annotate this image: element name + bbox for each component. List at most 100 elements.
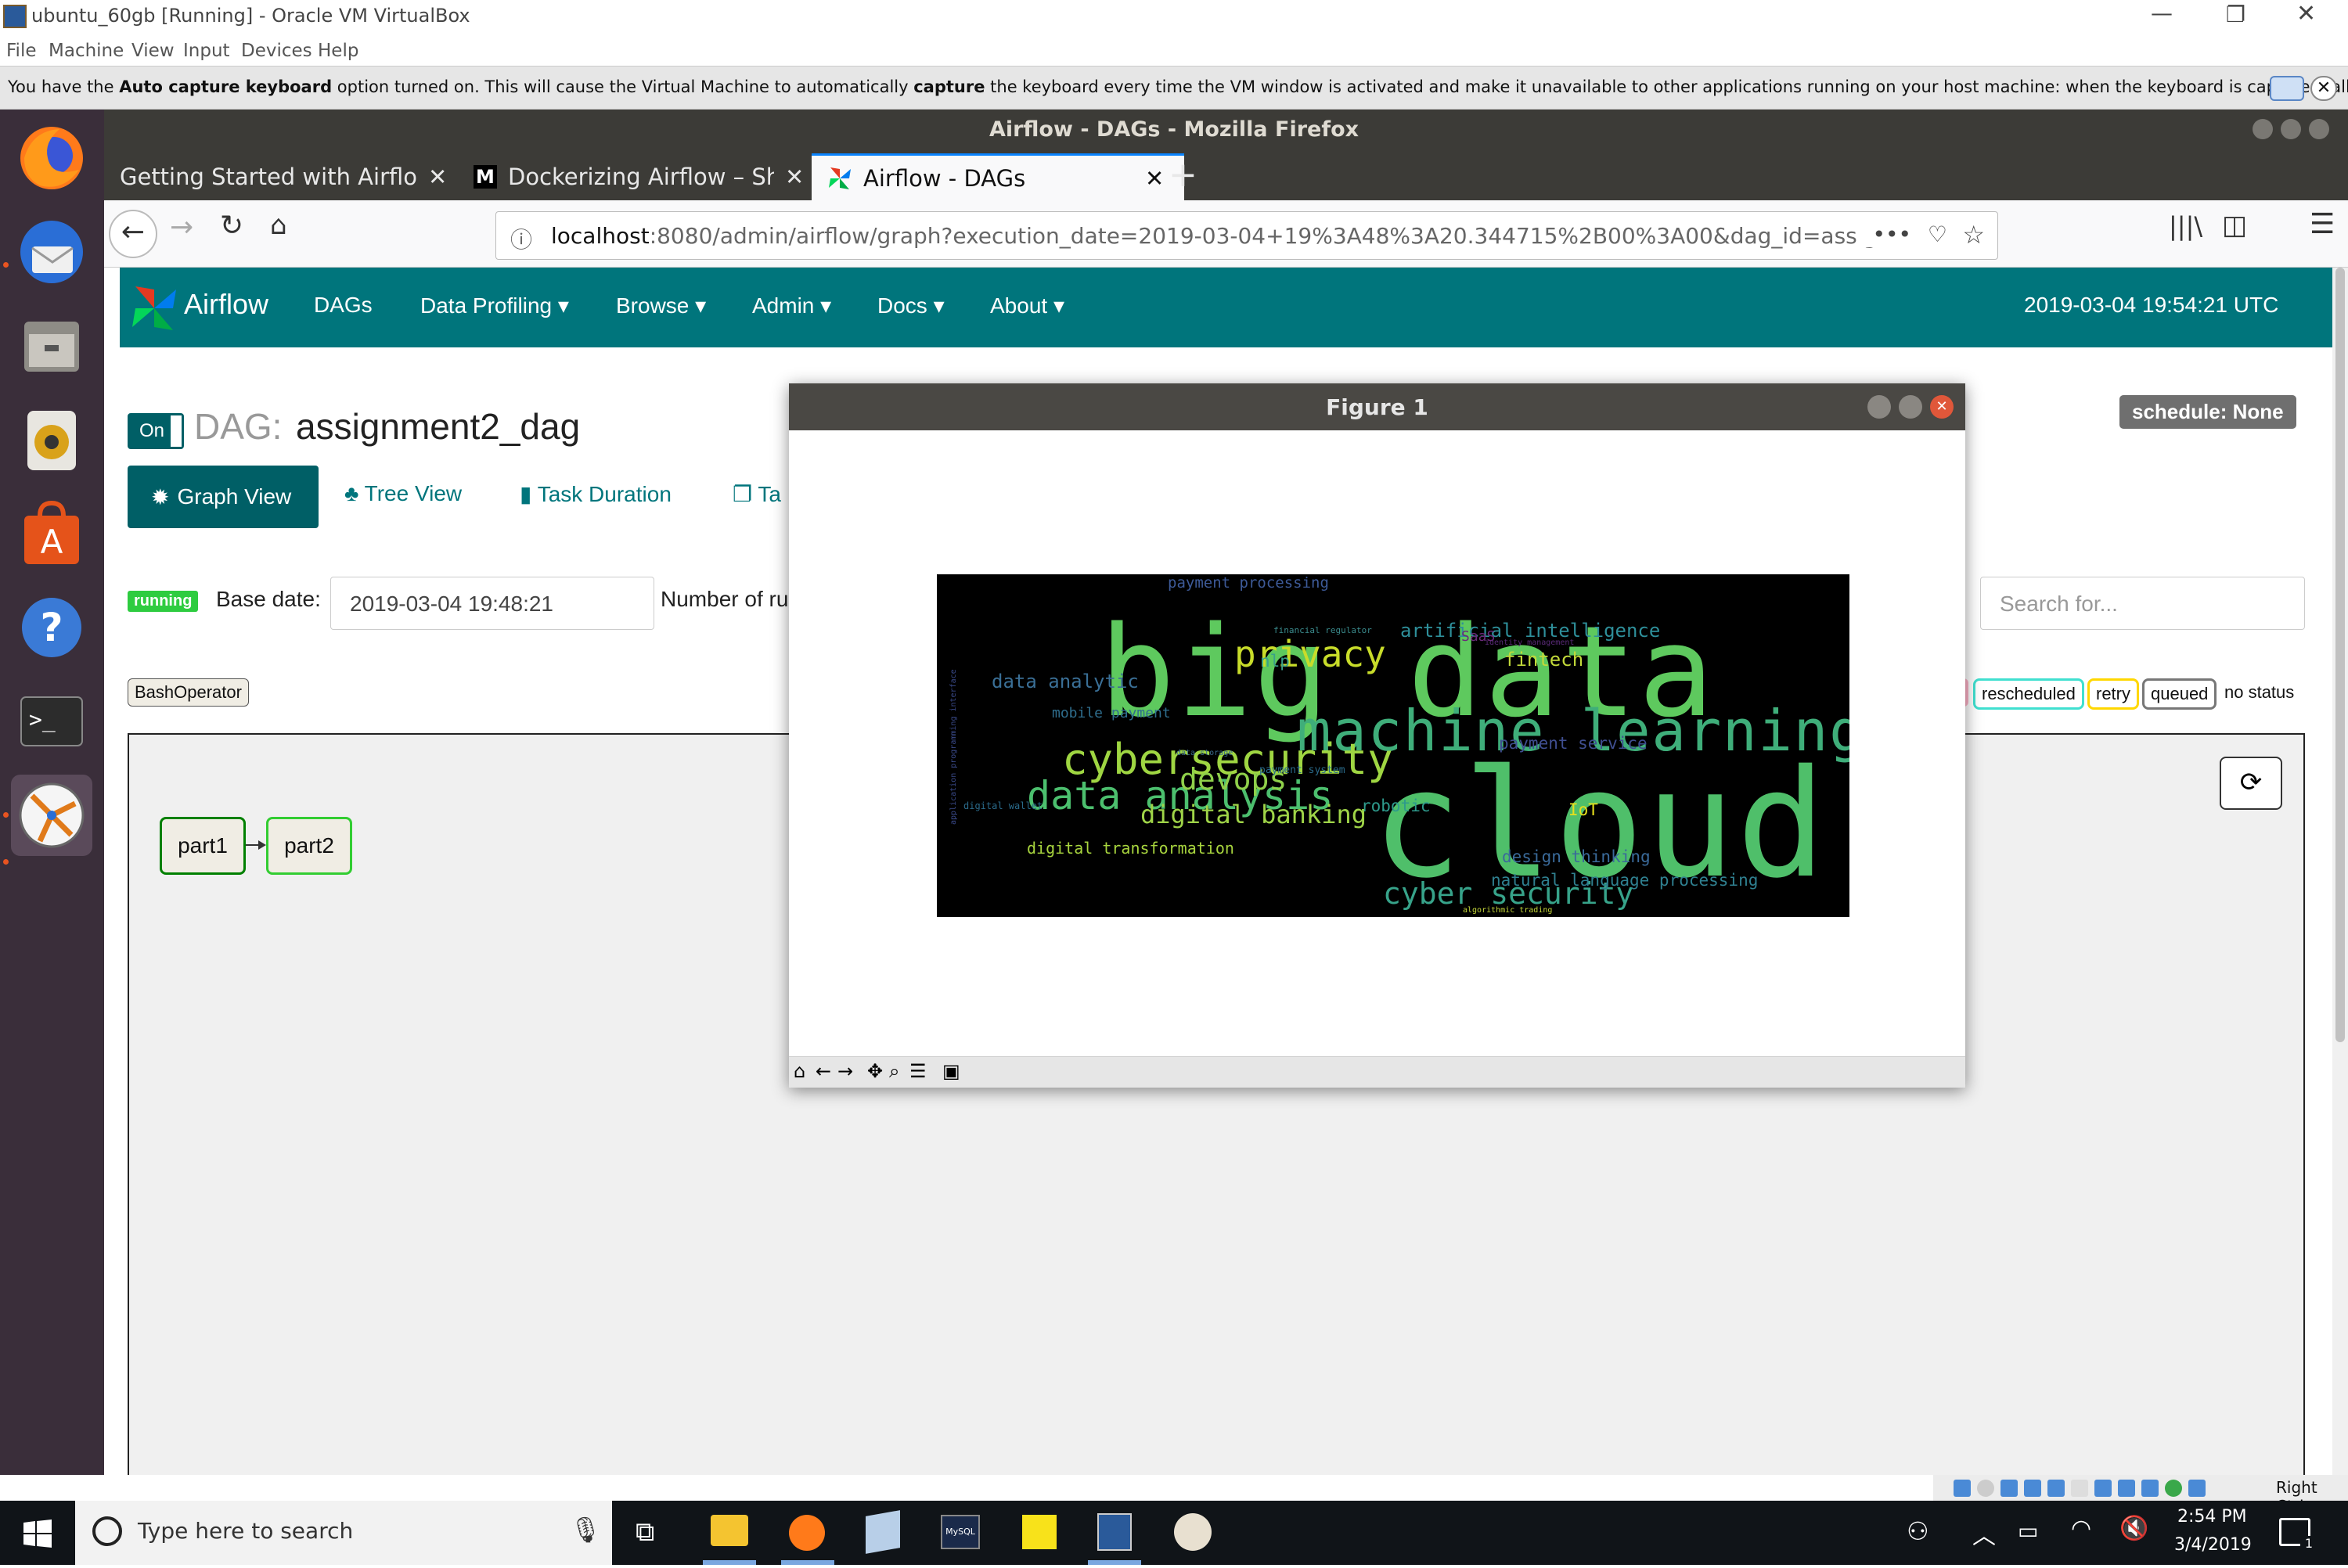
reload-icon[interactable]: ↻	[220, 210, 243, 242]
storage-icon[interactable]	[1954, 1480, 1971, 1497]
task-node-part2[interactable]: part2	[266, 817, 352, 875]
task-view-icon[interactable]: ⧉	[636, 1516, 654, 1548]
pan-icon[interactable]: ✥	[867, 1060, 883, 1082]
tab-close-icon[interactable]: ✕	[428, 164, 447, 190]
firefox-icon[interactable]	[11, 117, 92, 199]
tab-airflow-dags[interactable]: Airflow - DAGs ✕	[812, 153, 1184, 200]
mouse-integration-icon[interactable]	[2165, 1480, 2182, 1497]
dismiss-icon[interactable]: ✕	[2310, 76, 2337, 101]
home-view-icon[interactable]: ⌂	[794, 1060, 805, 1082]
figure-maximize-icon[interactable]	[1899, 395, 1922, 419]
optical-icon[interactable]	[1977, 1480, 1994, 1497]
site-info-icon[interactable]: ⓘ	[510, 223, 532, 254]
url-bar[interactable]: ⓘ localhost:8080/admin/airflow/graph?exe…	[495, 211, 1998, 260]
airflow-logo-icon[interactable]	[129, 283, 179, 333]
taskbar-time[interactable]: 2:54 PM	[2177, 1507, 2247, 1527]
terminal-icon[interactable]: >_	[11, 681, 92, 762]
audio-icon[interactable]	[2000, 1480, 2018, 1497]
tree-view-link[interactable]: ♣ Tree View	[344, 481, 462, 506]
thunderbird-icon[interactable]	[11, 211, 92, 293]
configure-subplots-icon[interactable]: ☰	[909, 1060, 927, 1082]
mysql-workbench-icon[interactable]: MySQL	[941, 1515, 980, 1549]
nav-data-profiling[interactable]: Data Profiling ▾	[420, 293, 569, 318]
menu-devices[interactable]: Devices	[241, 41, 312, 61]
new-tab-icon[interactable]: +	[1169, 155, 1197, 195]
nav-dags[interactable]: DAGs	[314, 293, 373, 318]
figure-close-icon[interactable]: ✕	[1930, 395, 1954, 419]
page-scrollbar[interactable]	[2332, 268, 2348, 1475]
display-icon[interactable]	[2094, 1480, 2112, 1497]
tab-dockerizing-airflow[interactable]: M Dockerizing Airflow – Sh ✕	[458, 153, 810, 200]
airflow-brand[interactable]: Airflow	[184, 288, 268, 321]
menu-hamburger-icon[interactable]: ☰	[2310, 208, 2335, 240]
tab-getting-started[interactable]: Getting Started with Airflow ✕	[104, 153, 456, 200]
menu-machine[interactable]: Machine	[49, 41, 124, 61]
people-icon[interactable]: ⚇	[1907, 1516, 1929, 1546]
matplotlib-figure-icon[interactable]	[11, 775, 92, 856]
virtualbox-cube-icon[interactable]	[866, 1510, 900, 1554]
window-minimize-icon[interactable]	[2253, 119, 2273, 139]
help-icon[interactable]: ?	[11, 587, 92, 668]
wordcloud-image[interactable]: big datacloudmachine learningcybersecuri…	[937, 574, 1849, 917]
rhythmbox-icon[interactable]	[11, 399, 92, 480]
graph-view-button[interactable]: ✹ Graph View	[128, 466, 319, 528]
file-explorer-icon[interactable]	[711, 1515, 748, 1546]
action-center-icon[interactable]: 1	[2279, 1518, 2317, 1553]
sidebar-icon[interactable]: ◫	[2222, 210, 2247, 241]
software-center-icon[interactable]: A	[11, 493, 92, 574]
window-close-icon[interactable]	[2309, 119, 2329, 139]
usb-icon[interactable]	[2047, 1480, 2065, 1497]
bookmark-star-icon[interactable]: ☆	[1962, 220, 1985, 250]
tab-close-icon[interactable]: ✕	[1145, 165, 1164, 192]
search-input[interactable]: Search for...	[1980, 577, 2305, 630]
window-maximize-icon[interactable]	[2281, 119, 2301, 139]
back-icon[interactable]: ←	[109, 210, 157, 258]
windows-start-icon[interactable]	[23, 1519, 52, 1548]
battery-icon[interactable]: ▭	[2018, 1518, 2038, 1544]
base-date-input[interactable]: 2019-03-04 19:48:21	[330, 577, 654, 630]
sticky-notes-icon[interactable]	[1022, 1515, 1057, 1549]
recording-icon[interactable]	[2118, 1480, 2135, 1497]
cpu-icon[interactable]	[2141, 1480, 2159, 1497]
page-actions-icon[interactable]: •••	[1856, 221, 1911, 247]
dag-on-toggle[interactable]: On	[128, 413, 184, 449]
firefox-taskbar-icon[interactable]	[789, 1515, 825, 1551]
forward-icon[interactable]: →	[170, 211, 193, 243]
home-icon[interactable]: ⌂	[270, 210, 287, 241]
nav-admin[interactable]: Admin ▾	[752, 293, 831, 318]
keyboard-icon[interactable]	[2188, 1480, 2206, 1497]
minimize-icon[interactable]: —	[2151, 0, 2173, 26]
menu-input[interactable]: Input	[183, 41, 230, 61]
restore-icon[interactable]: ❐	[2226, 2, 2245, 27]
nav-docs[interactable]: Docs ▾	[877, 293, 945, 318]
close-icon[interactable]: ✕	[2296, 0, 2316, 27]
volume-muted-icon[interactable]: 🔇	[2119, 1515, 2148, 1542]
menu-help[interactable]: Help	[318, 41, 358, 61]
shared-folders-icon[interactable]	[2071, 1480, 2088, 1497]
task-duration-link[interactable]: ▮ Task Duration	[520, 481, 672, 507]
save-figure-icon[interactable]: ▣	[942, 1060, 960, 1082]
zoom-icon[interactable]: ⌕	[889, 1060, 899, 1082]
files-icon[interactable]	[11, 305, 92, 387]
taskbar-date[interactable]: 3/4/2019	[2174, 1535, 2252, 1555]
nav-browse[interactable]: Browse ▾	[616, 293, 706, 318]
back-view-icon[interactable]: ←	[816, 1060, 831, 1082]
info-icon[interactable]	[2270, 76, 2304, 101]
tab-close-icon[interactable]: ✕	[785, 164, 804, 190]
paint-icon[interactable]	[1174, 1513, 1212, 1551]
network-icon[interactable]	[2024, 1480, 2041, 1497]
task-node-part1[interactable]: part1	[160, 817, 246, 875]
menu-view[interactable]: View	[131, 41, 175, 61]
forward-view-icon[interactable]: →	[837, 1060, 853, 1082]
library-icon[interactable]: |||\	[2169, 211, 2202, 241]
wifi-icon[interactable]: ◠	[2071, 1515, 2091, 1542]
virtualbox-taskbar-icon[interactable]	[1097, 1513, 1132, 1551]
nav-about[interactable]: About ▾	[990, 293, 1064, 318]
taskbar-search-box[interactable]: Type here to search 🎙	[75, 1501, 612, 1565]
pocket-icon[interactable]: ♡	[1928, 221, 1947, 247]
microphone-icon[interactable]: 🎙	[570, 1515, 602, 1545]
menu-file[interactable]: File	[6, 41, 37, 61]
scrollbar-thumb[interactable]	[2335, 268, 2345, 1042]
refresh-icon[interactable]: ⟳	[2220, 757, 2282, 810]
show-hidden-icons[interactable]: ︿	[1972, 1516, 1996, 1551]
